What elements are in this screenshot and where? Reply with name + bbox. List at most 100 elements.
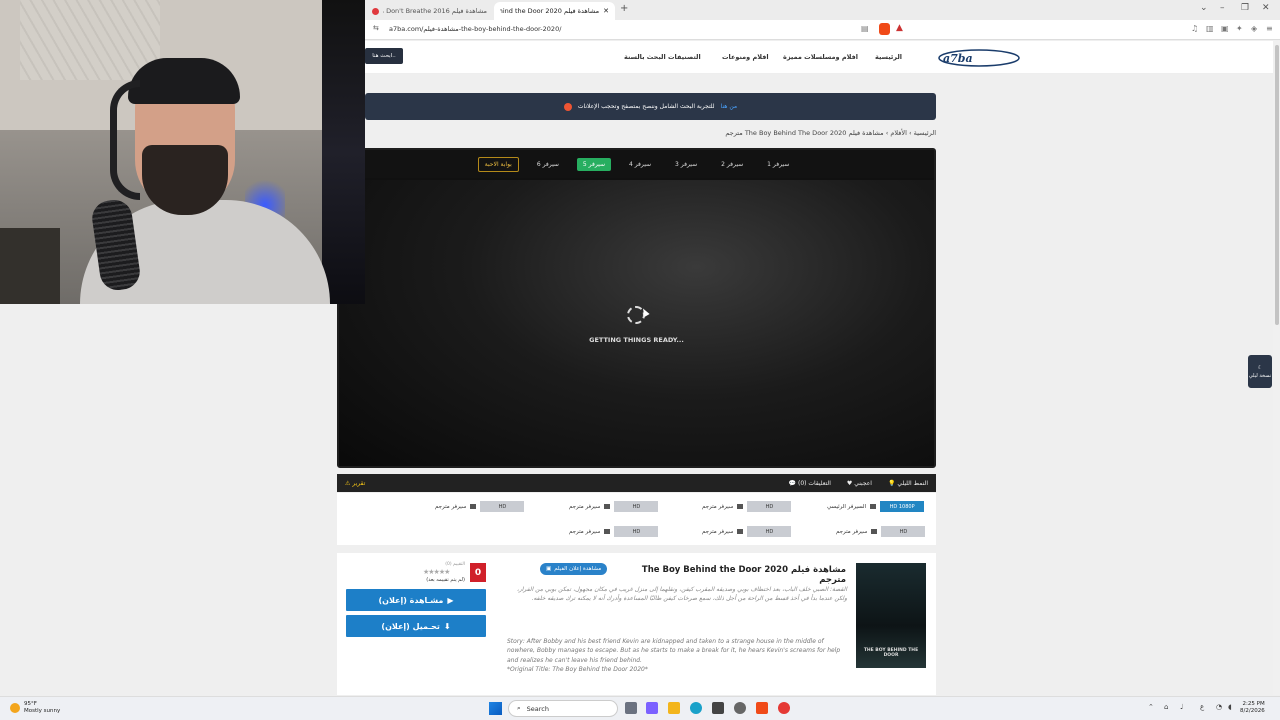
task-view-icon[interactable] <box>625 702 637 714</box>
server-icon <box>604 529 611 534</box>
loading-text: GETTING THINGS READY... <box>589 336 684 344</box>
comments-button[interactable]: 💬 التعليقات (0) <box>789 480 831 487</box>
site-header: ابحث هنا.. البحث بالسنة التصنيفات افلام … <box>365 41 1273 74</box>
report-button[interactable]: ⚠ تقرير <box>345 480 365 487</box>
video-frame[interactable] <box>339 180 934 466</box>
quality-badge: HD <box>747 526 792 537</box>
obs-icon[interactable] <box>734 702 746 714</box>
media-icon[interactable]: ♫ <box>1191 24 1198 33</box>
nav-item-featured[interactable]: افلام ومسلسلات مميزة <box>783 53 858 61</box>
new-tab-icon[interactable]: + <box>620 3 628 14</box>
vpn-icon[interactable]: ◈ <box>1251 24 1257 33</box>
watch-button[interactable]: مشـاهدة (إعلان) ▶ <box>346 589 486 611</box>
tab-title: مشاهدة فيلم Don't Breathe 2016 مترجم <box>383 7 487 15</box>
close-window-icon[interactable]: ✕ <box>1262 3 1270 13</box>
report-label: تقرير <box>352 479 366 487</box>
nav-item-year[interactable]: البحث بالسنة <box>624 53 666 61</box>
play-icon: ▶ <box>447 595 454 605</box>
file-explorer-icon[interactable] <box>668 702 680 714</box>
server-tab-1[interactable]: سيرفر 1 <box>761 158 795 171</box>
download-label: تحـميل (إعلان) <box>381 621 440 631</box>
server-row-item[interactable]: سيرفر مترجم HD <box>569 526 659 537</box>
download-button[interactable]: تحـميل (إعلان) ⬇ <box>346 615 486 637</box>
quality-badge: HD <box>747 501 792 512</box>
sidebar-icon[interactable]: ▥ <box>1206 24 1214 33</box>
comments-label: التعليقات (0) <box>797 479 831 487</box>
server-row-item[interactable]: السيرفر الرئيسي HD 1080P <box>827 501 925 512</box>
server-icon <box>737 529 744 534</box>
server-tab-6[interactable]: سيرفر 6 <box>531 158 565 171</box>
webcam-headphones <box>110 80 140 200</box>
download-icon: ⬇ <box>443 621 451 631</box>
poster-title: THE BOY BEHIND THE DOOR <box>863 648 919 658</box>
server-row-item[interactable]: سيرفر مترجم HD <box>836 526 926 537</box>
night-mode-widget-label: نسخة ليلي <box>1248 372 1272 379</box>
server-row-item[interactable]: سيرفر مترجم HD <box>702 526 792 537</box>
server-row-item[interactable]: سيرفر مترجم HD <box>569 501 659 512</box>
brave-taskbar-icon[interactable] <box>756 702 768 714</box>
server-tab-3[interactable]: سيرفر 3 <box>669 158 703 171</box>
chrome-taskbar-icon[interactable] <box>778 702 790 714</box>
tab-search-icon[interactable]: ⌄ <box>1200 3 1208 13</box>
server-tab-2[interactable]: سيرفر 2 <box>715 158 749 171</box>
server-label: سيرفر مترجم <box>702 503 734 510</box>
maximize-icon[interactable]: ❐ <box>1241 3 1249 13</box>
nav-item-categories[interactable]: التصنيفات <box>668 53 701 61</box>
site-favicon-icon <box>372 7 379 15</box>
rating-stars[interactable]: ★★★★★ <box>423 568 450 576</box>
site-info-icon[interactable]: ⇆ <box>373 24 379 32</box>
tray-network-icon[interactable]: ⌂ <box>1164 703 1168 711</box>
gateway-tab[interactable]: بوابة الاحبة <box>477 156 519 172</box>
store-icon[interactable] <box>712 702 724 714</box>
quality-badge: HD <box>614 526 659 537</box>
server-tab-4[interactable]: سيرفر 4 <box>623 158 657 171</box>
weather-temp: 95°F <box>24 701 37 707</box>
movie-poster[interactable]: THE BOY BEHIND THE DOOR <box>856 563 926 668</box>
trailer-label: مشاهدة إعلان الفيلم <box>554 566 602 572</box>
like-button[interactable]: ♥ اعجبني <box>847 480 872 487</box>
tray-volume-icon[interactable]: ◖ <box>1228 703 1232 711</box>
close-tab-icon[interactable]: ✕ <box>603 7 609 15</box>
server-icon <box>737 504 744 509</box>
server-row-item[interactable]: سيرفر مترجم HD <box>702 501 792 512</box>
server-list: السيرفر الرئيسي HD 1080P سيرفر مترجم HD … <box>337 493 936 545</box>
webcam-person-cap <box>128 58 240 104</box>
nav-item-misc[interactable]: افلام ومنوعات <box>722 53 769 61</box>
brave-shield-icon[interactable] <box>879 23 890 35</box>
browser-tab-active[interactable]: مشاهدة فيلم The Boy Behind the Door 2020… <box>494 2 615 20</box>
site-logo[interactable]: a7ba <box>937 47 1022 69</box>
night-mode-button[interactable]: 💡 النمط الليلي <box>888 480 928 487</box>
clock-date: 8/2/2026 <box>1240 708 1265 715</box>
movie-info-card: THE BOY BEHIND THE DOOR مشاهدة فيلم The … <box>337 553 936 695</box>
edge-icon[interactable] <box>690 702 702 714</box>
server-tab-5[interactable]: سيرفر 5 <box>576 157 611 171</box>
browser-tab[interactable]: مشاهدة فيلم Don't Breathe 2016 مترجم <box>366 2 493 20</box>
tray-keyboard-icon[interactable]: ع <box>1200 703 1204 711</box>
reader-mode-icon[interactable]: ▤ <box>861 24 869 33</box>
weather-widget[interactable]: 95°F Mostly sunny <box>10 701 60 714</box>
scrollbar-thumb[interactable] <box>1275 45 1279 325</box>
video-player[interactable]: سيرفر 1 سيرفر 2 سيرفر 3 سيرفر 4 سيرفر 5 … <box>337 148 936 468</box>
promo-link[interactable]: من هنا <box>721 103 738 110</box>
url-field[interactable]: a7ba.com/مشاهدة-فيلم-the-boy-behind-the-… <box>389 25 561 33</box>
server-label: سيرفر مترجم <box>435 503 467 510</box>
copilot-icon[interactable] <box>646 702 658 714</box>
server-row-item[interactable]: سيرفر مترجم HD <box>435 501 525 512</box>
wallet-icon[interactable]: ▣ <box>1221 24 1229 33</box>
nav-item-home[interactable]: الرئيسية <box>875 53 902 61</box>
taskbar-search[interactable]: ⌕ Search <box>508 700 618 717</box>
tray-wifi-icon[interactable]: ◔ <box>1216 703 1222 711</box>
breadcrumb[interactable]: الرئيسية › الأفلام › مشاهدة فيلم The Boy… <box>712 129 936 137</box>
tray-chevron-icon[interactable]: ⌃ <box>1148 703 1154 711</box>
menu-icon[interactable]: ≡ <box>1266 24 1273 33</box>
extensions-icon[interactable]: ✦ <box>1236 24 1243 33</box>
taskbar-clock[interactable]: 2:25 PM 8/2/2026 <box>1240 701 1265 715</box>
minimize-icon[interactable]: – <box>1220 3 1225 13</box>
night-mode-toggle[interactable]: ☾ نسخة ليلي <box>1248 355 1272 388</box>
brave-rewards-icon[interactable]: ▲ <box>896 23 903 33</box>
like-label: اعجبني <box>854 479 872 487</box>
windows-start-icon[interactable] <box>489 702 502 715</box>
site-search-button[interactable]: ابحث هنا.. <box>365 48 403 64</box>
tray-mic-icon[interactable]: ♩ <box>1180 703 1183 711</box>
trailer-button[interactable]: ▣ مشاهدة إعلان الفيلم <box>540 563 608 575</box>
